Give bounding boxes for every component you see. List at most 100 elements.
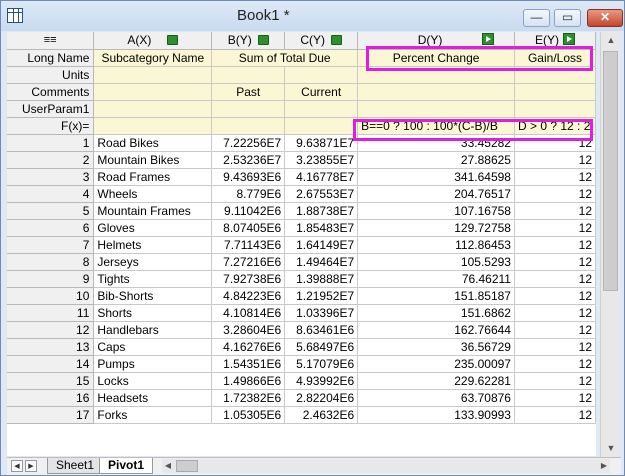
cell-gain-loss[interactable]: 12 [514,338,596,356]
cell-past[interactable]: 4.84223E6 [211,287,286,305]
close-button[interactable]: ✕ [587,9,623,27]
row-label-comments[interactable]: Comments [7,83,95,101]
cell-fx-d[interactable]: B==0 ? 100 : 100*(C-B)/B [357,117,515,135]
cell-gain-loss[interactable]: 12 [514,389,596,407]
cell-gain-loss[interactable]: 12 [514,236,596,254]
cell-fx-a[interactable] [93,117,213,135]
cell-percent-change[interactable]: 133.90993 [357,406,515,424]
cell-subcategory[interactable]: Jerseys [93,253,213,271]
cell-comments-d[interactable] [357,83,515,101]
row-number[interactable]: 13 [7,338,95,356]
cell-fx-e[interactable]: D > 0 ? 12 : 2 [514,117,596,135]
cell-subcategory[interactable]: Locks [93,372,213,390]
cell-longname-bc[interactable]: Sum of Total Due [211,49,359,67]
cell-percent-change[interactable]: 129.72758 [357,219,515,237]
cell-past[interactable]: 8.07405E6 [211,219,286,237]
worksheet-grid[interactable]: ≡≡ A(X) B(Y) C(Y) D(Y) E(Y) Long Name Su… [7,32,596,456]
row-number[interactable]: 12 [7,321,95,339]
cell-current[interactable]: 2.4632E6 [284,406,359,424]
cell-past[interactable]: 7.22256E7 [211,134,286,152]
cell-comments-b[interactable]: Past [211,83,286,101]
workbook-icon[interactable] [7,8,23,23]
cell-current[interactable]: 3.23855E7 [284,151,359,169]
cell-percent-change[interactable]: 204.76517 [357,185,515,203]
cell-fx-b[interactable] [211,117,286,135]
cell-units-e[interactable] [514,66,596,84]
cell-percent-change[interactable]: 229.62281 [357,372,515,390]
column-header-a[interactable]: A(X) [93,32,213,50]
cell-comments-e[interactable] [514,83,596,101]
cell-percent-change[interactable]: 112.86453 [357,236,515,254]
row-number[interactable]: 7 [7,236,95,254]
cell-userparam-a[interactable] [93,100,213,118]
row-number[interactable]: 16 [7,389,95,407]
cell-past[interactable]: 1.05305E6 [211,406,286,424]
tab-sheet1[interactable]: Sheet1 [47,458,104,474]
cell-percent-change[interactable]: 235.00097 [357,355,515,373]
cell-gain-loss[interactable]: 12 [514,134,596,152]
cell-past[interactable]: 1.49866E6 [211,372,286,390]
cell-userparam-e[interactable] [514,100,596,118]
cell-percent-change[interactable]: 76.46211 [357,270,515,288]
cell-past[interactable]: 8.779E6 [211,185,286,203]
cell-current[interactable]: 1.85483E7 [284,219,359,237]
scroll-left-arrow-icon[interactable]: ◀ [162,459,174,473]
cell-comments-c[interactable]: Current [284,83,359,101]
row-number[interactable]: 6 [7,219,95,237]
cell-subcategory[interactable]: Gloves [93,219,213,237]
cell-past[interactable]: 9.43693E6 [211,168,286,186]
cell-past[interactable]: 4.10814E6 [211,304,286,322]
cell-percent-change[interactable]: 107.16758 [357,202,515,220]
cell-gain-loss[interactable]: 12 [514,185,596,203]
row-number[interactable]: 1 [7,134,95,152]
cell-units-a[interactable] [93,66,213,84]
cell-gain-loss[interactable]: 12 [514,355,596,373]
cell-percent-change[interactable]: 151.6862 [357,304,515,322]
cell-current[interactable]: 5.17079E6 [284,355,359,373]
cell-percent-change[interactable]: 63.70876 [357,389,515,407]
cell-userparam-b[interactable] [211,100,286,118]
cell-past[interactable]: 7.92738E6 [211,270,286,288]
scroll-up-arrow-icon[interactable]: ▲ [601,32,621,49]
title-bar[interactable]: Book1 * — ▭ ✕ [1,1,624,31]
cell-subcategory[interactable]: Road Frames [93,168,213,186]
cell-subcategory[interactable]: Handlebars [93,321,213,339]
vertical-scrollbar[interactable]: ▲ ▼ [600,32,621,457]
cell-percent-change[interactable]: 341.64598 [357,168,515,186]
cell-past[interactable]: 9.11042E6 [211,202,286,220]
cell-subcategory[interactable]: Mountain Frames [93,202,213,220]
grid-menu-icon[interactable]: ≡≡ [7,32,95,50]
cell-gain-loss[interactable]: 12 [514,219,596,237]
scroll-down-arrow-icon[interactable]: ▼ [601,440,621,457]
cell-subcategory[interactable]: Headsets [93,389,213,407]
row-number[interactable]: 11 [7,304,95,322]
cell-comments-a[interactable] [93,83,213,101]
cell-gain-loss[interactable]: 12 [514,321,596,339]
cell-past[interactable]: 1.72382E6 [211,389,286,407]
cell-current[interactable]: 4.16778E7 [284,168,359,186]
tab-scroll-right-icon[interactable]: ▶ [25,460,37,472]
row-number[interactable]: 9 [7,270,95,288]
cell-current[interactable]: 1.03396E7 [284,304,359,322]
row-number[interactable]: 15 [7,372,95,390]
cell-subcategory[interactable]: Forks [93,406,213,424]
column-header-d[interactable]: D(Y) [357,32,515,50]
cell-longname-e[interactable]: Gain/Loss [514,49,596,67]
row-number[interactable]: 4 [7,185,95,203]
cell-percent-change[interactable]: 162.76644 [357,321,515,339]
cell-subcategory[interactable]: Bib-Shorts [93,287,213,305]
cell-gain-loss[interactable]: 12 [514,202,596,220]
cell-past[interactable]: 3.28604E6 [211,321,286,339]
cell-gain-loss[interactable]: 12 [514,151,596,169]
cell-subcategory[interactable]: Tights [93,270,213,288]
cell-gain-loss[interactable]: 12 [514,168,596,186]
cell-units-c[interactable] [284,66,359,84]
cell-gain-loss[interactable]: 12 [514,253,596,271]
cell-past[interactable]: 1.54351E6 [211,355,286,373]
tab-pivot1[interactable]: Pivot1 [99,458,154,474]
cell-gain-loss[interactable]: 12 [514,287,596,305]
row-label-fx[interactable]: F(x)= [7,117,95,135]
cell-current[interactable]: 4.93992E6 [284,372,359,390]
cell-current[interactable]: 2.82204E6 [284,389,359,407]
maximize-button[interactable]: ▭ [554,9,581,27]
